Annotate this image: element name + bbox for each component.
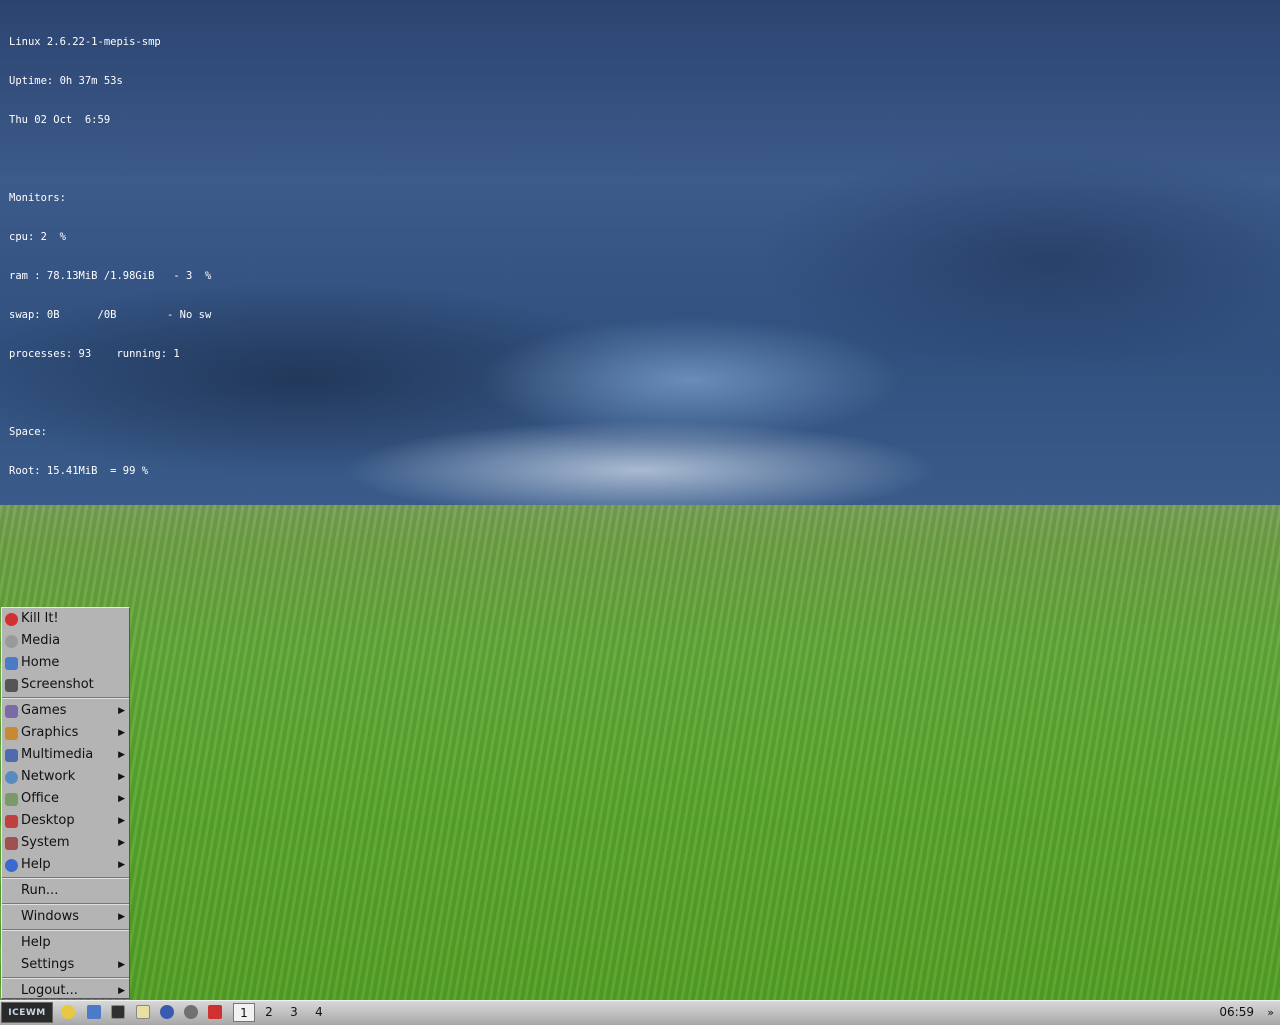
menu-item-settings[interactable]: Settings ▶ [2, 954, 129, 976]
wallpaper-grass-field [0, 505, 1280, 1000]
editor-icon[interactable] [136, 1005, 150, 1019]
sysmon-line [9, 387, 211, 400]
submenu-arrow-icon: ▶ [118, 816, 125, 826]
submenu-arrow-icon: ▶ [118, 794, 125, 804]
sysmon-line: Space: [9, 426, 47, 438]
start-button[interactable]: ICEWM [1, 1002, 53, 1023]
submenu-arrow-icon: ▶ [118, 728, 125, 738]
menu-item-help[interactable]: Help [2, 932, 129, 954]
submenu-arrow-icon: ▶ [118, 706, 125, 716]
taskbar-clock[interactable]: 06:59 [1219, 1001, 1254, 1024]
submenu-arrow-icon: ▶ [118, 838, 125, 848]
workspace-button-3[interactable]: 3 [283, 1003, 305, 1022]
sysmon-line: cpu: 2 % [9, 231, 66, 243]
submenu-arrow-icon: ▶ [118, 986, 125, 996]
kill-icon [5, 613, 18, 626]
menu-item-system[interactable]: System ▶ [2, 832, 129, 854]
browser-icon[interactable] [160, 1005, 174, 1019]
menu-item-media[interactable]: Media [2, 630, 129, 652]
games-icon [5, 705, 18, 718]
tray-expand-icon[interactable]: » [1267, 1001, 1274, 1024]
file-manager-icon[interactable] [87, 1005, 101, 1019]
sysmon-line: ram : 78.13MiB /1.98GiB - 3 % [9, 270, 212, 282]
office-icon [5, 793, 18, 806]
submenu-arrow-icon: ▶ [118, 860, 125, 870]
screenshot-icon [5, 679, 18, 692]
submenu-arrow-icon: ▶ [118, 912, 125, 922]
submenu-arrow-icon: ▶ [118, 772, 125, 782]
home-icon [5, 657, 18, 670]
menu-separator [2, 977, 129, 979]
sysmon-line: swap: 0B /0B - No sw [9, 309, 212, 321]
workspace-button-4[interactable]: 4 [308, 1003, 330, 1022]
menu-item-kill-it[interactable]: Kill It! [2, 608, 129, 630]
shutdown-icon[interactable] [208, 1005, 222, 1019]
multimedia-icon [5, 749, 18, 762]
submenu-arrow-icon: ▶ [118, 960, 125, 970]
workspace-button-1[interactable]: 1 [233, 1003, 255, 1022]
sysmon-line: Linux 2.6.22-1-mepis-smp [9, 36, 161, 48]
menu-item-help-submenu[interactable]: Help ▶ [2, 854, 129, 876]
sysmon-line: Monitors: [9, 192, 66, 204]
menu-item-windows[interactable]: Windows ▶ [2, 906, 129, 928]
submenu-arrow-icon: ▶ [118, 750, 125, 760]
menu-item-desktop[interactable]: Desktop ▶ [2, 810, 129, 832]
menu-item-multimedia[interactable]: Multimedia ▶ [2, 744, 129, 766]
menu-item-logout[interactable]: Logout... ▶ [2, 980, 129, 1002]
menu-separator [2, 929, 129, 931]
terminal-icon[interactable] [111, 1005, 125, 1019]
taskbar: ICEWM 1 2 3 4 06:59 » [0, 1000, 1280, 1025]
menu-item-network[interactable]: Network ▶ [2, 766, 129, 788]
start-menu: Kill It! Media Home Screenshot Games ▶ G… [1, 607, 130, 999]
sysmon-line: Thu 02 Oct 6:59 [9, 114, 111, 126]
menu-item-office[interactable]: Office ▶ [2, 788, 129, 810]
sysmon-line: processes: 93 running: 1 [9, 348, 180, 360]
menu-item-screenshot[interactable]: Screenshot [2, 674, 129, 696]
menu-item-run[interactable]: Run... [2, 880, 129, 902]
menu-item-graphics[interactable]: Graphics ▶ [2, 722, 129, 744]
sysmon-line: Root: 15.41MiB = 99 % [9, 465, 149, 477]
media-icon [5, 635, 18, 648]
settings-icon[interactable] [184, 1005, 198, 1019]
system-icon [5, 837, 18, 850]
menu-separator [2, 877, 129, 879]
network-icon [5, 771, 18, 784]
sysmon-line [9, 153, 211, 166]
help-icon [5, 859, 18, 872]
desktop-icon [5, 815, 18, 828]
system-monitor-overlay: Linux 2.6.22-1-mepis-smp Uptime: 0h 37m … [9, 10, 211, 491]
menu-separator [2, 903, 129, 905]
menu-separator [2, 697, 129, 699]
graphics-icon [5, 727, 18, 740]
sysmon-line: Uptime: 0h 37m 53s [9, 75, 123, 87]
menu-item-games[interactable]: Games ▶ [2, 700, 129, 722]
workspace-button-2[interactable]: 2 [258, 1003, 280, 1022]
menu-item-home[interactable]: Home [2, 652, 129, 674]
folder-icon[interactable] [61, 1005, 75, 1019]
